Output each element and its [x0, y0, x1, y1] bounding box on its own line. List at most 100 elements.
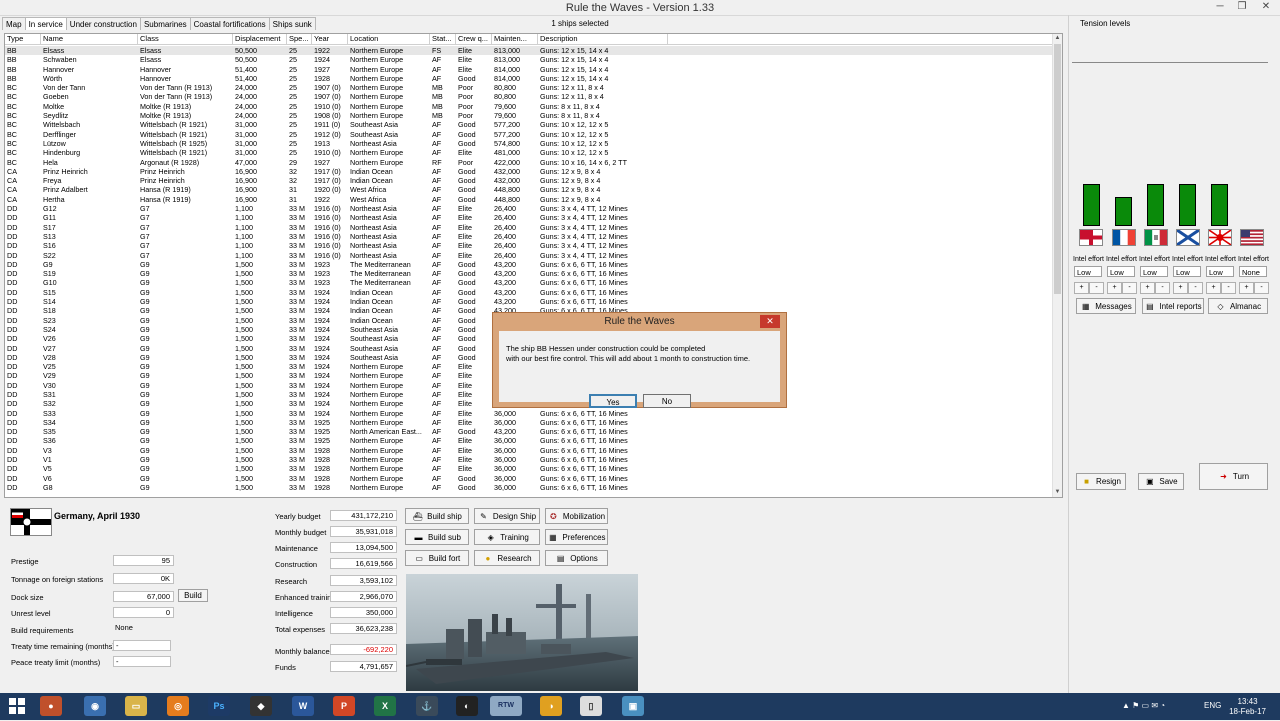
table-row[interactable]: DD G12 G7 1,100 33 M 1916 (0) Northeast Asia AF…: [5, 204, 1054, 213]
window-app-icon[interactable]: ▯: [580, 696, 602, 716]
list-scrollbar[interactable]: ▲ ▼: [1052, 34, 1062, 497]
table-row[interactable]: DD G8 G9 1,500 33 M 1928 Northern Europe AF Good…: [5, 483, 1054, 492]
intel-increase-button[interactable]: +: [1074, 282, 1089, 294]
dialog-close-icon[interactable]: ✕: [760, 315, 780, 328]
tab-submarines[interactable]: Submarines: [139, 17, 191, 30]
column-header-9[interactable]: Mainten...: [492, 34, 538, 44]
build-ship-button[interactable]: ⛴ Build ship: [405, 508, 469, 524]
minimize-button[interactable]: ─: [1208, 0, 1232, 15]
table-row[interactable]: BC Lützow Wittelsbach (R 1925) 31,000 25 1913…: [5, 139, 1054, 148]
intel-decrease-button[interactable]: -: [1254, 282, 1269, 294]
research-button[interactable]: ● Research: [474, 550, 540, 566]
turn-button[interactable]: ➜ Turn: [1199, 463, 1268, 490]
table-row[interactable]: DD G9 G9 1,500 33 M 1923 The Mediterranean AF Go…: [5, 260, 1054, 269]
column-header-7[interactable]: Stat...: [430, 34, 456, 44]
resign-button[interactable]: ■ Resign: [1076, 473, 1126, 490]
steam-icon[interactable]: ◐: [456, 696, 478, 716]
scroll-down-icon[interactable]: ▼: [1053, 488, 1062, 497]
column-header-10[interactable]: Description: [538, 34, 668, 44]
intel-decrease-button[interactable]: -: [1155, 282, 1170, 294]
flag-japan-icon[interactable]: [1208, 229, 1232, 246]
table-row[interactable]: CA Freya Prinz Heinrich 16,900 32 1917 (0) Ind…: [5, 176, 1054, 185]
file-explorer-icon[interactable]: ▭: [125, 696, 147, 716]
flag-italy-icon[interactable]: [1144, 229, 1168, 246]
table-row[interactable]: BC Wittelsbach Wittelsbach (R 1921) 31,000 2…: [5, 120, 1054, 129]
design-ship-button[interactable]: ✎ Design Ship: [474, 508, 540, 524]
intel-reports-button[interactable]: ▤ Intel reports: [1142, 298, 1204, 314]
training-button[interactable]: ◈ Training: [474, 529, 540, 545]
flag-russia-icon[interactable]: [1176, 228, 1200, 247]
tray-icons[interactable]: ▲ ⚑ ▭ ✉ ◔: [1122, 701, 1165, 710]
table-row[interactable]: DD S33 G9 1,500 33 M 1924 Northern Europe AF Eli…: [5, 409, 1054, 418]
save-button[interactable]: ▣ Save: [1138, 473, 1184, 490]
table-row[interactable]: DD G10 G9 1,500 33 M 1923 The Mediterranean AF G…: [5, 278, 1054, 287]
anchor-app-icon[interactable]: ⚓: [416, 696, 438, 716]
table-row[interactable]: BB Hannover Hannover 51,400 25 1927 Northern E…: [5, 65, 1054, 74]
column-header-4[interactable]: Spe...: [287, 34, 312, 44]
windows-start-icon[interactable]: [6, 696, 28, 716]
intel-decrease-button[interactable]: -: [1089, 282, 1104, 294]
word-icon[interactable]: W: [292, 696, 314, 716]
flag-france-icon[interactable]: [1112, 229, 1136, 246]
rtw-app-icon[interactable]: RTW: [490, 696, 522, 716]
options-button[interactable]: ▤ Options: [545, 550, 608, 566]
app-icon[interactable]: ◉: [84, 696, 106, 716]
table-row[interactable]: BC Hindenburg Wittelsbach (R 1921) 31,000 25…: [5, 148, 1054, 157]
table-row[interactable]: BB Elsass Elsass 50,500 25 1922 Northern Europ…: [5, 46, 1054, 56]
intel-decrease-button[interactable]: -: [1221, 282, 1236, 294]
table-row[interactable]: DD V1 G9 1,500 33 M 1928 Northern Europe AF Elit…: [5, 455, 1054, 464]
table-row[interactable]: DD S19 G9 1,500 33 M 1923 The Mediterranean AF G…: [5, 269, 1054, 278]
build-sub-button[interactable]: ▬ Build sub: [405, 529, 469, 545]
firefox-icon[interactable]: ●: [40, 696, 62, 716]
table-row[interactable]: DD S16 G7 1,100 33 M 1916 (0) Northeast Asia AF…: [5, 241, 1054, 250]
column-header-6[interactable]: Location: [348, 34, 430, 44]
tab-coastal-fortifications[interactable]: Coastal fortifications: [189, 17, 270, 30]
table-row[interactable]: DD V5 G9 1,500 33 M 1928 Northern Europe AF Elit…: [5, 464, 1054, 473]
intel-decrease-button[interactable]: -: [1188, 282, 1203, 294]
build-fort-button[interactable]: ▭ Build fort: [405, 550, 469, 566]
table-row[interactable]: BC Derfflinger Wittelsbach (R 1921) 31,000 2…: [5, 130, 1054, 139]
table-row[interactable]: CA Prinz Adalbert Hansa (R 1919) 16,900 31 19…: [5, 185, 1054, 194]
table-row[interactable]: DD S22 G7 1,100 33 M 1916 (0) Northeast Asia AF…: [5, 251, 1054, 260]
column-header-2[interactable]: Class: [138, 34, 233, 44]
table-row[interactable]: DD S17 G7 1,100 33 M 1916 (0) Northeast Asia AF…: [5, 223, 1054, 232]
column-header-3[interactable]: Displacement: [233, 34, 287, 44]
inkscape-icon[interactable]: ◆: [250, 696, 272, 716]
preferences-button[interactable]: ▦ Preferences: [545, 529, 608, 545]
table-row[interactable]: BC Goeben Von der Tann (R 1913) 24,000 25 190…: [5, 92, 1054, 101]
intel-increase-button[interactable]: +: [1239, 282, 1254, 294]
excel-icon[interactable]: X: [374, 696, 396, 716]
table-row[interactable]: BC Seydlitz Moltke (R 1913) 24,000 25 1908 (0…: [5, 111, 1054, 120]
table-row[interactable]: BB Wörth Hannover 51,400 25 1928 Northern Euro…: [5, 74, 1054, 83]
language-indicator[interactable]: ENG: [1204, 701, 1221, 710]
dialog-no-button[interactable]: No: [643, 394, 691, 408]
table-row[interactable]: DD S34 G9 1,500 33 M 1925 Northern Europe AF Eli…: [5, 418, 1054, 427]
powerpoint-icon[interactable]: P: [333, 696, 355, 716]
mobilization-button[interactable]: ✪ Mobilization: [545, 508, 608, 524]
close-window-button[interactable]: ✕: [1254, 0, 1278, 15]
column-header-0[interactable]: Type: [5, 34, 41, 44]
column-header-1[interactable]: Name: [41, 34, 138, 44]
table-row[interactable]: DD S13 G7 1,100 33 M 1916 (0) Northeast Asia AF…: [5, 232, 1054, 241]
intel-increase-button[interactable]: +: [1107, 282, 1122, 294]
intel-increase-button[interactable]: +: [1206, 282, 1221, 294]
dialog-yes-button[interactable]: Yes: [589, 394, 637, 408]
messages-button[interactable]: ▦ Messages: [1076, 298, 1136, 314]
blender-icon[interactable]: ◎: [167, 696, 189, 716]
table-row[interactable]: DD S15 G9 1,500 33 M 1924 Indian Ocean AF Good 43…: [5, 288, 1054, 297]
table-row[interactable]: DD S14 G9 1,500 33 M 1924 Indian Ocean AF Good 43…: [5, 297, 1054, 306]
tab-in-service[interactable]: In service: [24, 17, 67, 30]
intel-increase-button[interactable]: +: [1173, 282, 1188, 294]
table-row[interactable]: DD S36 G9 1,500 33 M 1925 Northern Europe AF Eli…: [5, 436, 1054, 445]
table-row[interactable]: CA Prinz Heinrich Prinz Heinrich 16,900 32 19…: [5, 167, 1054, 176]
photoshop-icon[interactable]: Ps: [208, 696, 230, 716]
tab-under-construction[interactable]: Under construction: [65, 17, 141, 30]
column-header-5[interactable]: Year: [312, 34, 348, 44]
table-row[interactable]: BC Moltke Moltke (R 1913) 24,000 25 1910 (0) N…: [5, 102, 1054, 111]
image-app-icon[interactable]: ▣: [622, 696, 644, 716]
table-row[interactable]: DD S35 G9 1,500 33 M 1925 North American East.…: [5, 427, 1054, 436]
almanac-button[interactable]: ◇ Almanac: [1208, 298, 1268, 314]
tab-map[interactable]: Map: [2, 17, 26, 30]
table-row[interactable]: DD V6 G9 1,500 33 M 1928 Northern Europe AF Good…: [5, 474, 1054, 483]
clock[interactable]: 13:43 18-Feb-17: [1229, 697, 1266, 717]
